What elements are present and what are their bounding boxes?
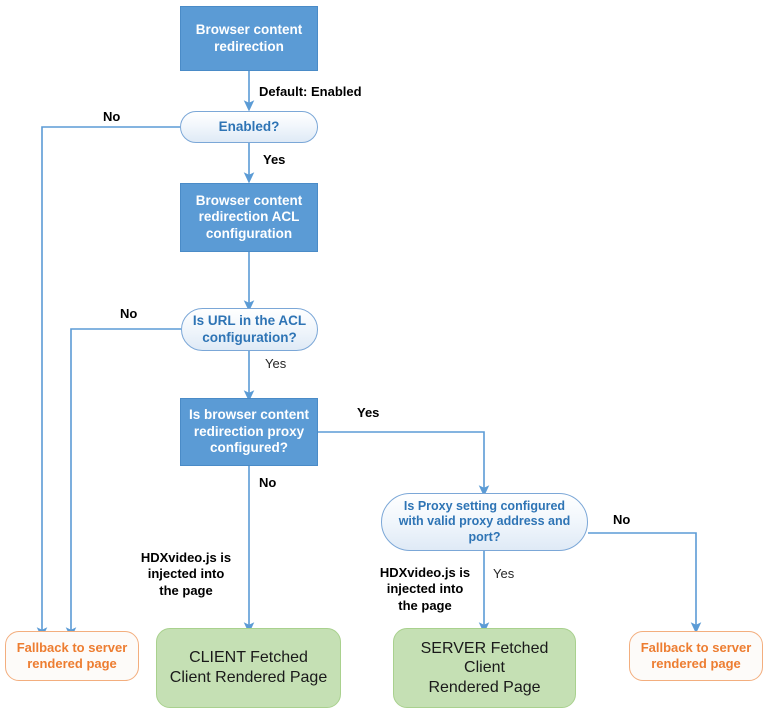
edge-label-acl-yes: Yes — [265, 356, 287, 371]
node-acl-configuration-label: Browser content redirection ACL configur… — [195, 192, 303, 241]
node-url-in-acl-decision-label: Is URL in the ACL configuration? — [192, 313, 307, 345]
node-server-fetched[interactable]: SERVER Fetched Client Rendered Page — [393, 628, 576, 708]
node-proxy-setting-valid-decision[interactable]: Is Proxy setting configured with valid p… — [381, 493, 588, 551]
flowchart-canvas: Browser content redirection Enabled? Bro… — [0, 0, 768, 710]
node-enabled-decision-label: Enabled? — [218, 118, 280, 134]
edge-proxyconf-yes — [318, 431, 490, 497]
node-fallback-left-label: Fallback to server rendered page — [16, 640, 128, 671]
node-fallback-right-label: Fallback to server rendered page — [640, 640, 752, 671]
edge-label-hdx-inject-left: HDXvideo.js is injected into the page — [140, 550, 232, 598]
node-browser-content-redirection[interactable]: Browser content redirection — [180, 6, 318, 71]
node-proxy-configured-decision[interactable]: Is browser content redirection proxy con… — [180, 398, 318, 466]
edge-label-default-enabled: Default: Enabled — [259, 84, 362, 99]
edge-label-acl-no: No — [120, 306, 138, 321]
node-enabled-decision[interactable]: Enabled? — [180, 111, 318, 143]
node-fallback-right[interactable]: Fallback to server rendered page — [629, 631, 763, 681]
node-proxy-setting-valid-decision-label: Is Proxy setting configured with valid p… — [398, 499, 571, 544]
node-acl-configuration[interactable]: Browser content redirection ACL configur… — [180, 183, 318, 252]
node-fallback-left[interactable]: Fallback to server rendered page — [5, 631, 139, 681]
edge-label-hdx-inject-right: HDXvideo.js is injected into the page — [379, 565, 471, 613]
node-browser-content-redirection-label: Browser content redirection — [195, 22, 303, 54]
edge-label-proxy-no: No — [259, 475, 277, 490]
edge-label-proxy-yes: Yes — [357, 405, 380, 420]
edge-proxyvalid-no — [588, 532, 702, 634]
node-proxy-configured-decision-label: Is browser content redirection proxy con… — [188, 407, 310, 456]
node-server-fetched-label: SERVER Fetched Client Rendered Page — [420, 639, 549, 696]
edge-label-proxy-valid-no: No — [613, 512, 631, 527]
node-url-in-acl-decision[interactable]: Is URL in the ACL configuration? — [181, 308, 318, 351]
edge-label-proxy-valid-yes: Yes — [493, 566, 515, 581]
edge-label-enabled-no: No — [103, 109, 121, 124]
node-client-fetched[interactable]: CLIENT Fetched Client Rendered Page — [156, 628, 341, 708]
node-client-fetched-label: CLIENT Fetched Client Rendered Page — [169, 649, 328, 686]
edge-label-enabled-yes: Yes — [263, 152, 286, 167]
